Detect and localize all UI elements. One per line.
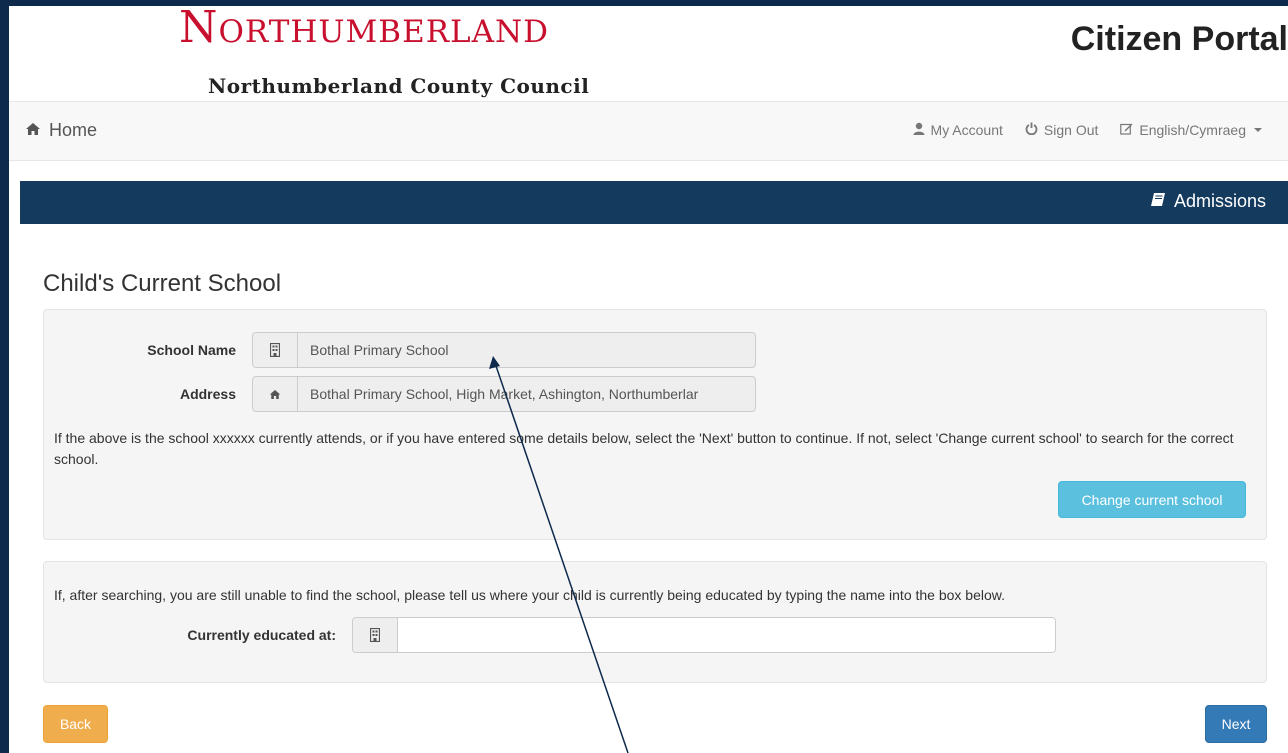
currently-educated-field[interactable] (352, 617, 1056, 653)
building-icon (353, 618, 398, 652)
next-button[interactable]: Next (1205, 705, 1267, 743)
main-navbar: Home My Account Sign Out English/Cymraeg (9, 101, 1288, 161)
my-account-label: My Account (930, 122, 1003, 138)
caret-down-icon (1254, 128, 1262, 132)
school-name-row: School Name Bothal Primary School (104, 332, 756, 368)
language-dropdown[interactable]: English/Cymraeg (1120, 122, 1262, 138)
currently-educated-label: Currently educated at: (187, 627, 336, 643)
council-logo[interactable]: Northumberland (179, 2, 549, 53)
page-title: Child's Current School (43, 270, 282, 297)
home-icon (25, 120, 41, 141)
current-school-panel: School Name Bothal Primary School Addres… (43, 309, 1267, 540)
address-label: Address (179, 386, 236, 402)
edit-icon (1120, 122, 1133, 138)
service-title: Admissions (1150, 191, 1266, 212)
council-name: Northumberland County Council (208, 74, 590, 98)
current-school-instructions: If the above is the school xxxxxx curren… (54, 430, 1234, 467)
building-icon (253, 333, 298, 367)
back-button[interactable]: Back (43, 705, 108, 743)
sign-out-label: Sign Out (1043, 122, 1099, 138)
service-title-label: Admissions (1173, 191, 1266, 211)
manual-entry-panel: If, after searching, you are still unabl… (43, 561, 1267, 683)
currently-educated-row: Currently educated at: (124, 617, 1056, 653)
address-value: Bothal Primary School, High Market, Ashi… (310, 386, 699, 402)
manual-entry-instructions: If, after searching, you are still unabl… (54, 587, 1006, 603)
school-name-value: Bothal Primary School (310, 342, 449, 358)
currently-educated-input[interactable] (398, 618, 1055, 652)
user-icon (913, 122, 925, 138)
home-label: Home (49, 120, 98, 140)
home-link[interactable]: Home (25, 120, 97, 141)
navbar-right: My Account Sign Out English/Cymraeg (913, 122, 1262, 138)
school-name-field[interactable]: Bothal Primary School (252, 332, 756, 368)
school-name-label: School Name (147, 342, 236, 358)
service-bar: Admissions (20, 181, 1288, 224)
change-current-school-button[interactable]: Change current school (1058, 481, 1246, 518)
my-account-link[interactable]: My Account (913, 122, 1003, 138)
window-frame-left (0, 0, 9, 753)
book-icon (1150, 191, 1166, 212)
portal-title: Citizen Portal (1070, 20, 1288, 58)
sign-out-link[interactable]: Sign Out (1025, 122, 1098, 138)
address-field[interactable]: Bothal Primary School, High Market, Ashi… (252, 376, 756, 412)
home-icon (253, 377, 298, 411)
language-label: English/Cymraeg (1139, 122, 1246, 138)
power-icon (1025, 122, 1038, 138)
site-header: Northumberland Northumberland County Cou… (9, 2, 1288, 101)
address-row: Address Bothal Primary School, High Mark… (104, 376, 756, 412)
